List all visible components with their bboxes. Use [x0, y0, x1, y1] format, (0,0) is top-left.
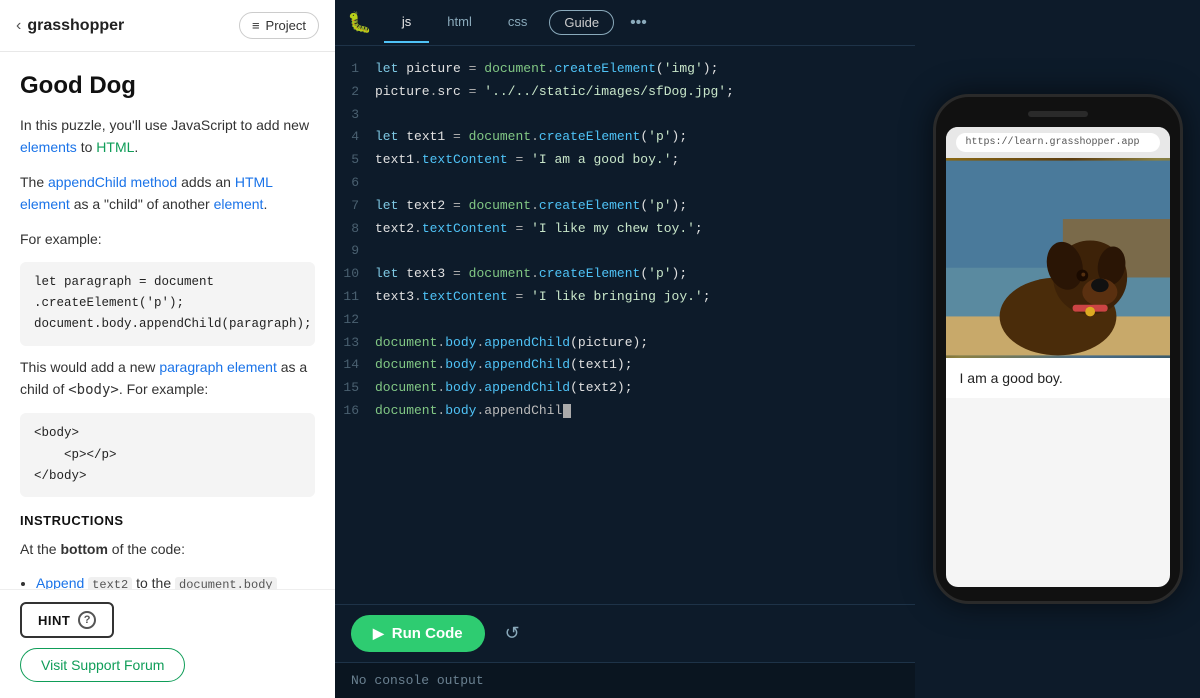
guide-button[interactable]: Guide: [549, 10, 614, 35]
code-tabs-bar: 🐛 js html css Guide •••: [335, 0, 915, 46]
tab-js[interactable]: js: [384, 2, 429, 43]
append-link-1[interactable]: Append: [36, 575, 84, 589]
run-label: Run Code: [392, 625, 463, 642]
console-output: No console output: [335, 662, 915, 698]
reset-icon: ↺: [505, 623, 520, 643]
tab-html[interactable]: html: [429, 2, 490, 43]
instructions-header: INSTRUCTIONS: [20, 513, 315, 528]
code-line-7: 7 let text2 = document.createElement('p'…: [335, 195, 915, 218]
console-text: No console output: [351, 673, 484, 688]
code-line-10: 10 let text3 = document.createElement('p…: [335, 263, 915, 286]
back-icon: ‹: [16, 17, 21, 35]
code-line-12: 12: [335, 309, 915, 332]
run-code-button[interactable]: ▶ Run Code: [351, 615, 485, 652]
play-icon: ▶: [373, 625, 384, 642]
instructions-intro: At the bottom of the code:: [20, 538, 315, 560]
dog-svg: [946, 158, 1170, 358]
url-bar: https://learn.grasshopper.app: [956, 133, 1160, 152]
hint-button[interactable]: HINT ?: [20, 602, 114, 638]
code-line-5: 5 text1.textContent = 'I am a good boy.'…: [335, 149, 915, 172]
code-line-11: 11 text3.textContent = 'I like bringing …: [335, 286, 915, 309]
code-line-16: 16 document.body.appendChil: [335, 400, 915, 423]
example-label: For example:: [20, 228, 315, 250]
description-para-2: The appendChild method adds an HTML elem…: [20, 171, 315, 216]
hint-help-icon: ?: [78, 611, 96, 629]
description-para-1: In this puzzle, you'll use JavaScript to…: [20, 114, 315, 159]
phone-panel: https://learn.grasshopper.app: [915, 0, 1200, 698]
appendchild-link[interactable]: appendChild method: [48, 174, 177, 190]
code-line-8: 8 text2.textContent = 'I like my chew to…: [335, 218, 915, 241]
code-line-9: 9: [335, 240, 915, 263]
html-link[interactable]: HTML: [96, 139, 134, 155]
list-icon: ≡: [252, 18, 260, 33]
element-link[interactable]: element: [214, 196, 264, 212]
back-button[interactable]: ‹ grasshopper: [16, 17, 124, 35]
phone-content: I am a good boy.: [946, 158, 1170, 398]
left-panel: ‹ grasshopper ≡ Project Good Dog In this…: [0, 0, 335, 698]
project-label: Project: [266, 18, 306, 33]
tab-css[interactable]: css: [490, 2, 546, 43]
code-line-13: 13 document.body.appendChild(picture);: [335, 332, 915, 355]
code-line-6: 6: [335, 172, 915, 195]
puzzle-title: Good Dog: [20, 72, 315, 100]
project-button[interactable]: ≡ Project: [239, 12, 319, 39]
paragraph-element-link[interactable]: paragraph element: [159, 359, 277, 375]
bottom-emphasis: bottom: [60, 541, 107, 557]
left-footer: HINT ? Visit Support Forum: [0, 589, 335, 698]
phone-screen: https://learn.grasshopper.app: [946, 127, 1170, 587]
after-example-para: This would add a new paragraph element a…: [20, 356, 315, 402]
code-line-3: 3: [335, 104, 915, 127]
code-line-14: 14 document.body.appendChild(text1);: [335, 354, 915, 377]
phone-notch: [1028, 111, 1088, 117]
code-run-bar: ▶ Run Code ↺: [335, 604, 915, 662]
instruction-item-1: Append text2 to the document.body: [36, 573, 315, 589]
browser-bar: https://learn.grasshopper.app: [946, 127, 1170, 158]
bug-icon: 🐛: [347, 10, 372, 35]
code-example-block: let paragraph = document .createElement(…: [20, 262, 315, 346]
code-line-4: 4 let text1 = document.createElement('p'…: [335, 126, 915, 149]
support-label: Visit Support Forum: [41, 657, 164, 673]
text-cursor: [563, 404, 571, 418]
support-button[interactable]: Visit Support Forum: [20, 648, 185, 682]
left-content: Good Dog In this puzzle, you'll use Java…: [0, 52, 335, 589]
dog-caption: I am a good boy.: [960, 370, 1063, 386]
left-header: ‹ grasshopper ≡ Project: [0, 0, 335, 52]
app-name: grasshopper: [27, 17, 124, 35]
html-example-block: <body> <p></p> </body>: [20, 413, 315, 497]
code-line-2: 2 picture.src = '../../static/images/sfD…: [335, 81, 915, 104]
instruction-list: Append text2 to the document.body Append…: [36, 573, 315, 589]
hint-label: HINT: [38, 613, 70, 628]
phone-text: I am a good boy.: [946, 358, 1170, 398]
code-panel: 🐛 js html css Guide ••• 1 let picture = …: [335, 0, 915, 698]
elements-link[interactable]: elements: [20, 139, 77, 155]
reset-button[interactable]: ↺: [497, 619, 528, 648]
code-line-1: 1 let picture = document.createElement('…: [335, 58, 915, 81]
url-text: https://learn.grasshopper.app: [966, 137, 1140, 148]
phone-frame: https://learn.grasshopper.app: [933, 94, 1183, 604]
code-editor-area[interactable]: 1 let picture = document.createElement('…: [335, 46, 915, 604]
code-line-15: 15 document.body.appendChild(text2);: [335, 377, 915, 400]
more-options-button[interactable]: •••: [622, 10, 655, 36]
dog-image: [946, 158, 1170, 358]
